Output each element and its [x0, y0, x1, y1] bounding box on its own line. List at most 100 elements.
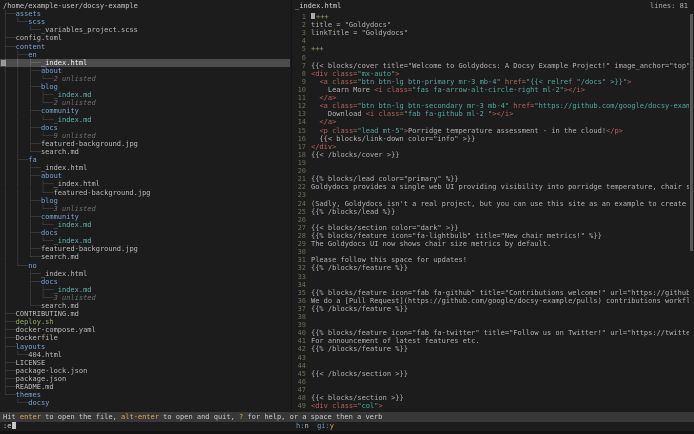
tree-row[interactable]: │ ├──fa: [0, 156, 290, 164]
tree-guide: ├──: [3, 367, 16, 375]
tree-entry-name: docsy: [28, 399, 49, 407]
tree-row[interactable]: │ ├──en: [0, 51, 290, 59]
code-line: 43: [294, 354, 689, 362]
tree-row[interactable]: ├──assets: [0, 10, 290, 18]
tree-row[interactable]: │ └──search.md: [0, 302, 290, 310]
line-number: 18: [294, 151, 306, 159]
code-line: 45{{< /blocks/section >}}: [294, 370, 689, 378]
file-tree-pane[interactable]: /home/example-user/docsy-example├──asset…: [0, 0, 290, 412]
tree-guide: ├──: [3, 343, 16, 351]
tree-guide: │ │ └──: [3, 148, 41, 156]
line-number: 46: [294, 378, 306, 386]
tree-entry-name: /home/example-user/docsy-example: [3, 2, 138, 10]
tree-root-path[interactable]: /home/example-user/docsy-example: [0, 2, 290, 10]
code-line: 9 <a class="btn btn-lg btn-primary mr-3 …: [294, 78, 689, 86]
tree-guide: └──: [3, 399, 28, 407]
tree-row[interactable]: └──docsy: [0, 399, 290, 407]
line-number: 40: [294, 329, 306, 337]
tree-row[interactable]: ├──config.toml: [0, 34, 290, 42]
tree-row[interactable]: ├──content: [0, 43, 290, 51]
line-number: 26: [294, 216, 306, 224]
tree-row[interactable]: │ └──no: [0, 262, 290, 270]
tree-row[interactable]: │ │ ├──featured-background.jpg: [0, 140, 290, 148]
tree-row[interactable]: │ │ │ └──3 unlisted: [0, 205, 290, 213]
line-number: 17: [294, 143, 306, 151]
code-line: 20: [294, 167, 689, 175]
tree-entry-name: blog: [41, 83, 58, 91]
command-input[interactable]: :e: [3, 422, 16, 431]
tree-guide: ├──: [3, 10, 16, 18]
preview-scrollbar-thumb[interactable]: [690, 14, 693, 251]
tree-entry-name: 404.html: [28, 351, 62, 359]
tree-row[interactable]: │ │ ├──about: [0, 67, 290, 75]
tree-row[interactable]: │ │ │ └──9 unlisted: [0, 132, 290, 140]
tree-row[interactable]: │ │ ├──community: [0, 107, 290, 115]
code-line: 44: [294, 362, 689, 370]
tree-guide: ├──: [3, 383, 16, 391]
tree-entry-name: content: [16, 43, 46, 51]
tree-row-selected[interactable]: │ │ ├──_index.html: [0, 59, 290, 67]
tree-row[interactable]: │ ├──docs: [0, 278, 290, 286]
tree-entry-name: _index.html: [41, 59, 87, 67]
line-number: 43: [294, 354, 306, 362]
tree-row[interactable]: │ │ ├──community: [0, 213, 290, 221]
tree-guide: │ │ ├──: [3, 83, 41, 91]
code-line: 25{{% /blocks/lead %}}: [294, 208, 689, 216]
tree-row[interactable]: │ │ │ ├──_index.html: [0, 180, 290, 188]
tree-guide: │ │ ├──: [3, 229, 41, 237]
line-number: 25: [294, 208, 306, 216]
tree-guide: │ │ │ └──: [3, 237, 54, 245]
tree-entry-name: 2 unlisted: [54, 75, 96, 83]
tree-row[interactable]: │ │ │ └──featured-background.jpg: [0, 189, 290, 197]
tree-guide: │ ├──: [3, 270, 41, 278]
tree-row[interactable]: │ │ │ └──2 unlisted: [0, 75, 290, 83]
key-hint: enter: [20, 413, 41, 421]
tree-guide: │ │ │ └──: [3, 221, 54, 229]
tree-row[interactable]: │ ├──_index.html: [0, 270, 290, 278]
code-line: 11 </a>: [294, 94, 689, 102]
flag-value: y: [330, 422, 334, 430]
tree-row[interactable]: │ │ └──search.md: [0, 148, 290, 156]
tree-row[interactable]: │ │ └──search.md: [0, 253, 290, 261]
mode-flags: h:n gi:y: [296, 422, 334, 431]
tree-guide: │ │ │ └──: [3, 132, 54, 140]
line-number: 21: [294, 175, 306, 183]
tree-entry-name: search.md: [41, 148, 79, 156]
tree-row[interactable]: │ │ ├──docs: [0, 229, 290, 237]
code-line: 15 <p class="lead mt-5">Porridge tempera…: [294, 127, 689, 135]
code-line: 2title = "Goldydocs": [294, 21, 689, 29]
tree-entry-name: assets: [16, 10, 41, 18]
tree-row[interactable]: │ │ │ └──_index.md: [0, 221, 290, 229]
tree-entry-name: 3 unlisted: [54, 205, 96, 213]
code-line: 36We do a [Pull Request](https://github.…: [294, 297, 689, 305]
tree-row[interactable]: │ │ ├──blog: [0, 83, 290, 91]
tree-guide: │ │ ├──: [3, 213, 41, 221]
preview-code[interactable]: 1+++2title = "Goldydocs"3linkTitle = "Go…: [294, 13, 689, 434]
code-line: 18{{< /blocks/cover >}}: [294, 151, 689, 159]
tree-row[interactable]: │ │ └──3 unlisted: [0, 294, 290, 302]
tree-row[interactable]: │ │ ├──blog: [0, 197, 290, 205]
tree-row[interactable]: ├──layouts: [0, 343, 290, 351]
tree-row[interactable]: ├──LICENSE: [0, 359, 290, 367]
tree-row[interactable]: │ └──404.html: [0, 351, 290, 359]
tree-row[interactable]: ├──README.md: [0, 383, 290, 391]
code-line: 29The Goldydocs UI now shows chair size …: [294, 240, 689, 248]
tree-row[interactable]: ├──package.json: [0, 375, 290, 383]
tree-entry-name: _index.html: [41, 164, 87, 172]
line-number: 36: [294, 297, 306, 305]
tree-row[interactable]: ├──package-lock.json: [0, 367, 290, 375]
tree-row[interactable]: │ │ ├──docs: [0, 124, 290, 132]
text-cursor-icon: [12, 422, 16, 429]
tree-row[interactable]: ├──Dockerfile: [0, 334, 290, 342]
code-line: 41For announcement of latest features et…: [294, 337, 689, 345]
line-number: 28: [294, 232, 306, 240]
code-line: 39: [294, 321, 689, 329]
tree-entry-name: package.json: [16, 375, 67, 383]
line-number: 13: [294, 110, 306, 118]
tree-guide: │ ├──: [3, 156, 28, 164]
line-number: 4: [294, 37, 306, 45]
tree-row[interactable]: │ │ │ └──_index.md: [0, 116, 290, 124]
code-line: 21{{% blocks/lead color="primary" %}}: [294, 175, 689, 183]
tree-row[interactable]: │ │ ├──_index.md: [0, 286, 290, 294]
code-line: 22Goldydocs provides a single web UI pro…: [294, 183, 689, 191]
